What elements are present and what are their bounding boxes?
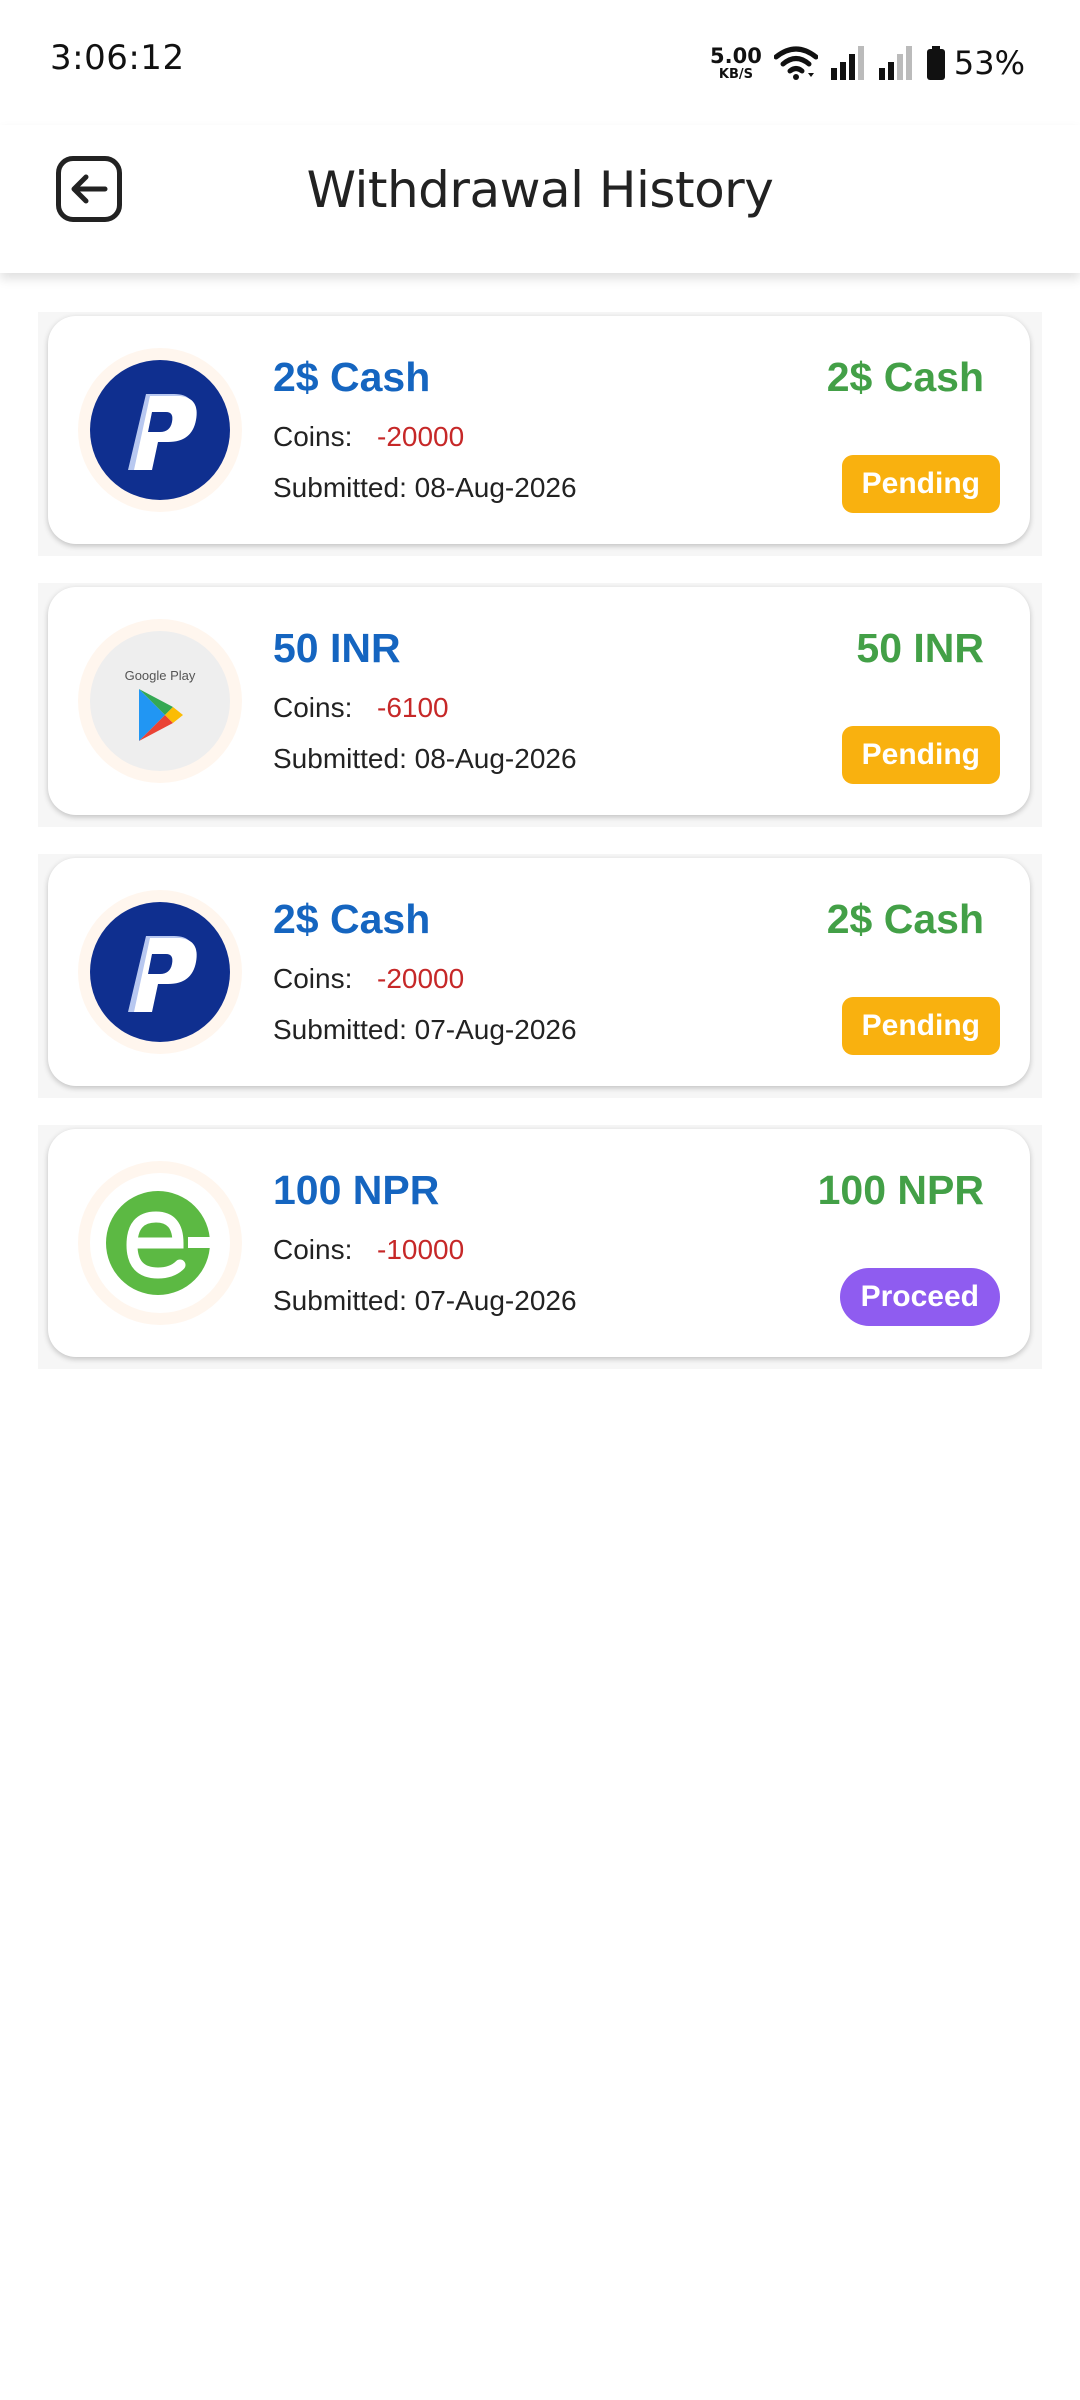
item-title: 100 NPR: [273, 1167, 440, 1213]
network-speed-unit: KB/S: [718, 66, 753, 82]
list-item: Google Play 50 INR Coins: -6100 Submitted…: [38, 583, 1042, 827]
withdrawal-card[interactable]: 100 NPR Coins: -10000 Submitted: 07-Aug-2…: [48, 1129, 1030, 1357]
coins-value: -20000: [377, 963, 465, 994]
status-badge: Pending: [841, 726, 1000, 784]
withdrawal-card[interactable]: 2$ Cash Coins: -20000 Submitted: 08-Aug-2…: [48, 316, 1030, 544]
logo-container: Google Play: [78, 619, 242, 783]
network-speed: 5.00 KB/S: [710, 43, 762, 82]
withdrawal-card[interactable]: 2$ Cash Coins: -20000 Submitted: 07-Aug-2…: [48, 858, 1030, 1086]
coins-value: -10000: [377, 1234, 465, 1265]
app-bar: Withdrawal History: [0, 125, 1080, 273]
withdrawal-card[interactable]: Google Play 50 INR Coins: -6100 Submitted…: [48, 587, 1030, 815]
coins-label: Coins:: [273, 963, 353, 994]
signal-strength-icon-sim1: [830, 46, 864, 80]
signal-strength-icon-sim2: [878, 46, 912, 80]
status-time: 3:06:12: [50, 38, 185, 78]
coins-row: Coins: -6100: [273, 692, 449, 724]
amount-label: 100 NPR: [817, 1167, 984, 1213]
battery-icon: [926, 46, 945, 80]
submitted-date: Submitted: 07-Aug-2026: [273, 1014, 577, 1045]
paypal-logo-icon: [90, 902, 230, 1042]
status-badge: Pending: [841, 997, 1000, 1055]
status-badge: Pending: [841, 455, 1000, 513]
item-title: 2$ Cash: [273, 354, 431, 400]
coins-row: Coins: -20000: [273, 421, 464, 453]
coins-value: -6100: [377, 692, 449, 723]
coins-row: Coins: -10000: [273, 1234, 464, 1266]
status-bar: 3:06:12 5.00 KB/S 53%: [0, 0, 1080, 125]
withdrawal-list: 2$ Cash Coins: -20000 Submitted: 08-Aug-2…: [38, 312, 1042, 1396]
paypal-logo-icon: [90, 360, 230, 500]
list-item: 2$ Cash Coins: -20000 Submitted: 07-Aug-2…: [38, 854, 1042, 1098]
amount-label: 2$ Cash: [826, 354, 984, 400]
list-item: 100 NPR Coins: -10000 Submitted: 07-Aug-2…: [38, 1125, 1042, 1369]
status-icons: 5.00 KB/S 53%: [710, 38, 1025, 88]
status-badge: Proceed: [839, 1268, 1000, 1326]
coins-label: Coins:: [273, 692, 353, 723]
google-play-logo-text: Google Play: [124, 667, 196, 683]
coins-label: Coins:: [273, 421, 353, 452]
wifi-icon: [773, 46, 818, 80]
coins-value: -20000: [377, 421, 465, 452]
amount-label: 2$ Cash: [826, 896, 984, 942]
list-item: 2$ Cash Coins: -20000 Submitted: 08-Aug-2…: [38, 312, 1042, 556]
page-title: Withdrawal History: [306, 161, 774, 219]
item-title: 2$ Cash: [273, 896, 431, 942]
logo-container: [78, 1161, 242, 1325]
submitted-date: Submitted: 08-Aug-2026: [273, 743, 577, 774]
coins-row: Coins: -20000: [273, 963, 464, 995]
amount-label: 50 INR: [856, 625, 984, 671]
battery-percent: 53%: [953, 44, 1025, 82]
submitted-date: Submitted: 07-Aug-2026: [273, 1285, 577, 1316]
esewa-logo-icon: [90, 1173, 230, 1313]
logo-container: [78, 890, 242, 1054]
logo-container: [78, 348, 242, 512]
network-speed-value: 5.00: [710, 43, 762, 68]
item-title: 50 INR: [273, 625, 401, 671]
coins-label: Coins:: [273, 1234, 353, 1265]
submitted-date: Submitted: 08-Aug-2026: [273, 472, 577, 503]
google-play-logo-icon: Google Play: [90, 631, 230, 771]
